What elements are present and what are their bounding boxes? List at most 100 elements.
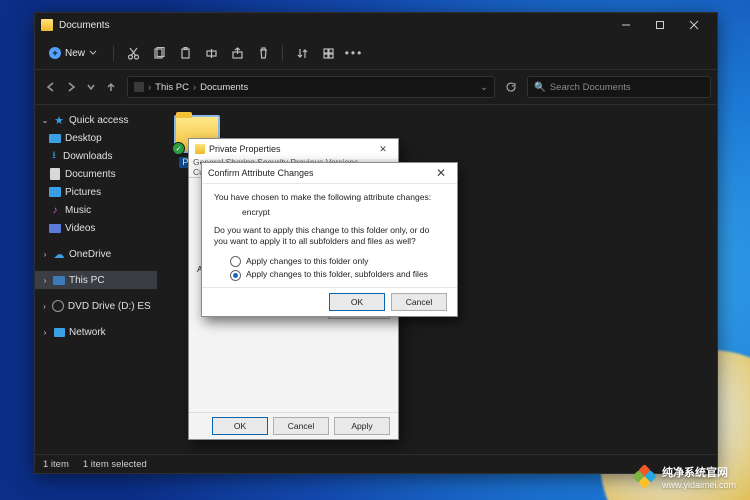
chevron-right-icon: › — [148, 82, 151, 93]
delete-icon[interactable] — [252, 42, 274, 64]
disc-icon — [52, 300, 64, 312]
confirm-titlebar[interactable]: Confirm Attribute Changes ✕ — [202, 163, 457, 184]
chevron-right-icon[interactable]: › — [41, 328, 49, 337]
confirm-attribute-dialog: Confirm Attribute Changes ✕ You have cho… — [201, 162, 458, 317]
breadcrumb[interactable]: › This PC › Documents ⌄ — [127, 76, 495, 98]
sidebar-onedrive[interactable]: › ☁ OneDrive — [35, 245, 157, 263]
up-button[interactable] — [101, 77, 121, 97]
sidebar-item-label: DVD Drive (D:) ESD-I — [68, 301, 151, 312]
share-icon[interactable] — [226, 42, 248, 64]
pictures-icon — [49, 187, 61, 197]
close-icon[interactable]: ✕ — [431, 166, 451, 180]
back-button[interactable] — [41, 77, 61, 97]
status-count: 1 item — [43, 459, 69, 470]
watermark-text: 纯净系统官网 — [662, 464, 736, 480]
sidebar-item-label: Network — [69, 327, 106, 338]
properties-buttons: OK Cancel Apply — [189, 412, 398, 439]
sidebar-item-music[interactable]: ♪ Music — [35, 201, 157, 219]
chevron-down-icon — [89, 49, 97, 57]
maximize-button[interactable] — [643, 13, 677, 37]
watermark-logo-icon — [634, 466, 656, 488]
minimize-button[interactable] — [609, 13, 643, 37]
sidebar-quick-access[interactable]: ⌄ ★ Quick access — [35, 111, 157, 129]
sidebar-item-label: OneDrive — [69, 249, 111, 260]
sidebar-item-desktop[interactable]: Desktop — [35, 129, 157, 147]
separator — [113, 45, 114, 61]
sidebar-item-label: Quick access — [69, 115, 128, 126]
chevron-right-icon[interactable]: › — [41, 250, 49, 259]
download-icon: ⭳ — [49, 151, 59, 161]
star-icon: ★ — [53, 114, 65, 126]
chevron-right-icon[interactable]: › — [41, 302, 48, 311]
ok-button[interactable]: OK — [212, 417, 268, 435]
recent-button[interactable] — [81, 77, 101, 97]
confirm-title: Confirm Attribute Changes — [208, 168, 431, 178]
sidebar-item-label: Music — [65, 205, 91, 216]
status-selected: 1 item selected — [83, 459, 147, 470]
cloud-icon: ☁ — [53, 248, 65, 260]
sidebar-item-videos[interactable]: Videos — [35, 219, 157, 237]
chevron-right-icon[interactable]: › — [41, 276, 49, 285]
titlebar[interactable]: Documents — [35, 13, 717, 37]
radio-folder-subfolders[interactable]: Apply changes to this folder, subfolders… — [230, 269, 445, 280]
confirm-body: You have chosen to make the following at… — [202, 184, 457, 287]
sidebar-item-downloads[interactable]: ⭳ Downloads — [35, 147, 157, 165]
breadcrumb-current[interactable]: Documents — [200, 82, 248, 93]
music-icon: ♪ — [49, 204, 61, 216]
forward-button[interactable] — [61, 77, 81, 97]
window-title: Documents — [59, 20, 609, 31]
radio-folder-only[interactable]: Apply changes to this folder only — [230, 256, 445, 267]
radio-icon — [230, 256, 241, 267]
folder-icon — [195, 144, 205, 154]
rename-icon[interactable] — [200, 42, 222, 64]
confirm-line1: You have chosen to make the following at… — [214, 192, 445, 203]
paste-icon[interactable] — [174, 42, 196, 64]
watermark: 纯净系统官网 www.yidaimei.com — [634, 464, 736, 490]
ok-button[interactable]: OK — [329, 293, 385, 311]
sidebar-this-pc[interactable]: › This PC — [35, 271, 157, 289]
chevron-down-icon[interactable]: ⌄ — [480, 82, 488, 93]
sync-badge-icon: ✓ — [172, 142, 185, 155]
status-bar: 1 item 1 item selected — [35, 454, 717, 473]
sidebar-network[interactable]: › Network — [35, 323, 157, 341]
separator — [282, 45, 283, 61]
confirm-attribute: encrypt — [214, 203, 445, 224]
more-icon[interactable]: ••• — [343, 42, 365, 64]
sort-icon[interactable] — [291, 42, 313, 64]
cancel-button[interactable]: Cancel — [391, 293, 447, 311]
pc-icon — [53, 276, 65, 285]
navigation-pane: ⌄ ★ Quick access Desktop ⭳ Downloads Docume… — [35, 105, 157, 454]
search-icon: 🔍 — [534, 82, 546, 93]
new-label: New — [65, 48, 85, 59]
new-button[interactable]: + New — [41, 44, 105, 62]
command-bar: + New ••• — [35, 37, 717, 70]
view-icon[interactable] — [317, 42, 339, 64]
sidebar-item-label: This PC — [69, 275, 105, 286]
sidebar-item-pictures[interactable]: Pictures — [35, 183, 157, 201]
cancel-button[interactable]: Cancel — [273, 417, 329, 435]
folder-icon — [41, 19, 53, 31]
chevron-right-icon: › — [193, 82, 196, 93]
watermark-url: www.yidaimei.com — [662, 480, 736, 490]
chevron-down-icon[interactable]: ⌄ — [41, 116, 49, 125]
copy-icon[interactable] — [148, 42, 170, 64]
properties-title: Private Properties — [209, 144, 370, 154]
confirm-line2: Do you want to apply this change to this… — [214, 225, 445, 248]
radio-label: Apply changes to this folder only — [246, 256, 368, 267]
confirm-buttons: OK Cancel — [202, 287, 457, 316]
sidebar-item-label: Documents — [65, 169, 116, 180]
sidebar-dvd-drive[interactable]: › DVD Drive (D:) ESD-I — [35, 297, 157, 315]
document-icon — [50, 168, 60, 180]
search-input[interactable]: 🔍 Search Documents — [527, 76, 711, 98]
close-button[interactable] — [677, 13, 711, 37]
close-icon[interactable]: ✕ — [374, 144, 392, 155]
apply-button[interactable]: Apply — [334, 417, 390, 435]
sidebar-item-label: Downloads — [63, 151, 112, 162]
radio-label: Apply changes to this folder, subfolders… — [246, 269, 428, 280]
breadcrumb-root[interactable]: This PC — [155, 82, 189, 93]
refresh-button[interactable] — [501, 77, 521, 97]
videos-icon — [49, 224, 61, 233]
properties-titlebar[interactable]: Private Properties ✕ — [189, 139, 398, 159]
cut-icon[interactable] — [122, 42, 144, 64]
sidebar-item-documents[interactable]: Documents — [35, 165, 157, 183]
